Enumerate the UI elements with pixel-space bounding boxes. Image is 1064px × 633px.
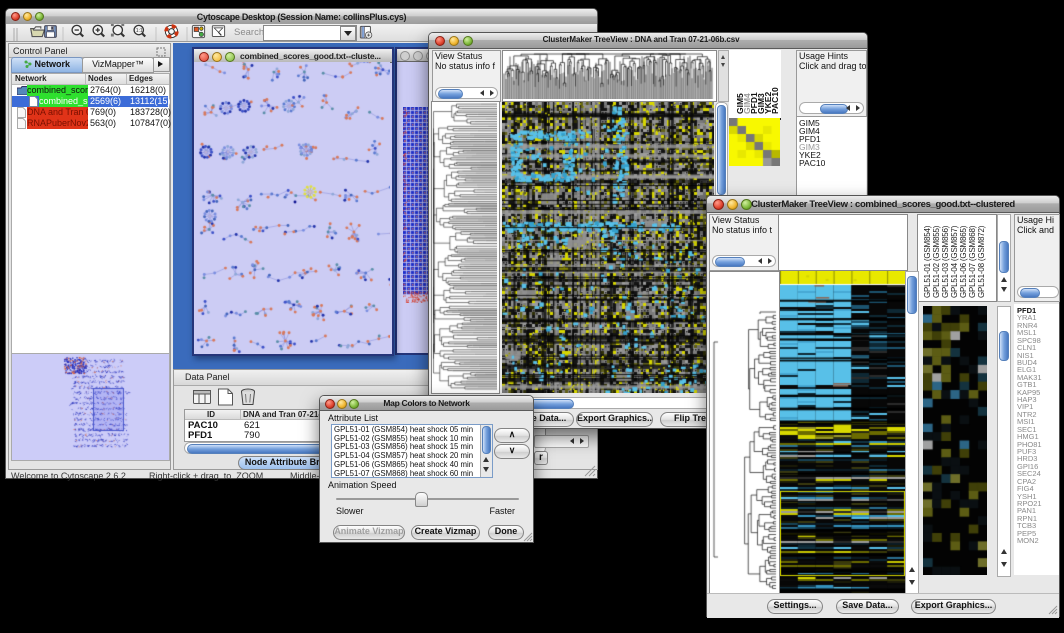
svg-text:1:1: 1:1 — [136, 28, 143, 34]
